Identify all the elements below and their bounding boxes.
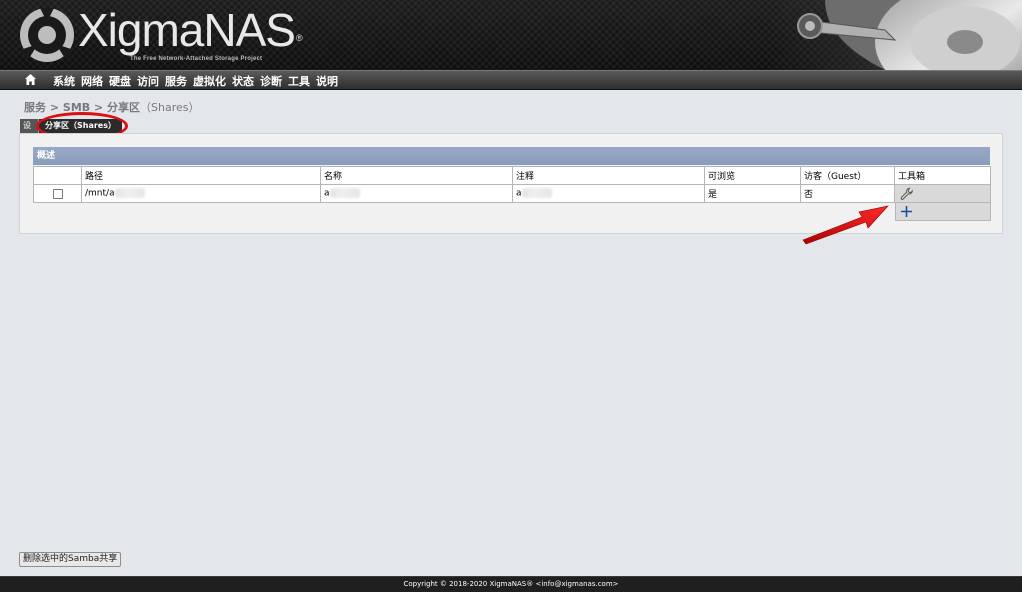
footer: Copyright © 2018-2020 XigmaNAS® <info@xi…: [0, 576, 1022, 592]
header-toolbox: 工具箱: [894, 166, 991, 185]
logo-tagline: The Free Network-Attached Storage Projec…: [130, 56, 263, 62]
breadcrumb-services[interactable]: 服务: [24, 101, 46, 114]
nav-help[interactable]: 说明: [316, 73, 338, 89]
tab-settings[interactable]: 设置: [20, 119, 38, 133]
header-comment: 注释: [512, 166, 705, 185]
table-header-row: 路径 名称 注释 可浏览 访客（Guest） 工具箱: [33, 166, 991, 185]
cell-browseable: 是: [704, 184, 801, 203]
nav-virtualization[interactable]: 虚拟化: [193, 73, 226, 89]
breadcrumb-shares[interactable]: 分享区: [107, 101, 140, 114]
section-title: 概述: [33, 147, 990, 165]
nav-tools[interactable]: 工具: [288, 73, 310, 89]
nav-status[interactable]: 状态: [232, 73, 254, 89]
xigmanas-logo-icon: [20, 8, 74, 62]
nav-diagnostics[interactable]: 诊断: [260, 73, 282, 89]
content-panel: 概述 路径 名称 注释 可浏览 访客（Guest） 工具箱 /mnt/a a a…: [19, 133, 1003, 234]
header-browseable: 可浏览: [704, 166, 801, 185]
header-guest: 访客（Guest）: [800, 166, 895, 185]
nav-access[interactable]: 访问: [137, 73, 159, 89]
tab-shares[interactable]: 分享区（Shares）: [38, 119, 122, 133]
redacted-block: [114, 188, 145, 199]
header-select: [33, 166, 82, 185]
breadcrumb-smb[interactable]: SMB: [63, 101, 90, 114]
breadcrumb: 服务 > SMB > 分享区（Shares）: [24, 101, 200, 114]
plus-icon[interactable]: [900, 205, 913, 218]
nav-disks[interactable]: 硬盘: [109, 73, 131, 89]
cell-path: /mnt/a: [81, 184, 321, 203]
main-nav: 系统 网络 硬盘 访问 服务 虚拟化 状态 诊断 工具 说明: [0, 70, 1022, 90]
cell-guest: 否: [800, 184, 895, 203]
home-icon: [25, 73, 36, 85]
nav-network[interactable]: 网络: [81, 73, 103, 89]
cell-comment: a: [512, 184, 705, 203]
row-select-cell: [33, 184, 82, 203]
hard-drive-illustration-icon: [765, 0, 1022, 70]
tab-bar: 设置 分享区（Shares）: [20, 119, 122, 133]
header-banner: XigmaNAS® The Free Network-Attached Stor…: [0, 0, 1022, 70]
shares-table: 路径 名称 注释 可浏览 访客（Guest） 工具箱 /mnt/a a a 是 …: [33, 166, 991, 203]
redacted-block: [329, 188, 360, 199]
add-share-cell: [895, 203, 991, 221]
nav-home[interactable]: [24, 73, 47, 89]
logo-text: XigmaNAS®: [78, 4, 303, 56]
header-name: 名称: [320, 166, 513, 185]
wrench-icon[interactable]: [900, 187, 914, 201]
delete-selected-shares-button[interactable]: 删除选中的Samba共享: [19, 552, 122, 567]
cell-toolbox: [894, 184, 991, 203]
row-checkbox[interactable]: [52, 188, 63, 199]
table-row: /mnt/a a a 是 否: [33, 184, 991, 203]
redacted-block: [521, 188, 552, 199]
header-path: 路径: [81, 166, 321, 185]
nav-services[interactable]: 服务: [165, 73, 187, 89]
cell-name: a: [320, 184, 513, 203]
nav-system[interactable]: 系统: [53, 73, 75, 89]
